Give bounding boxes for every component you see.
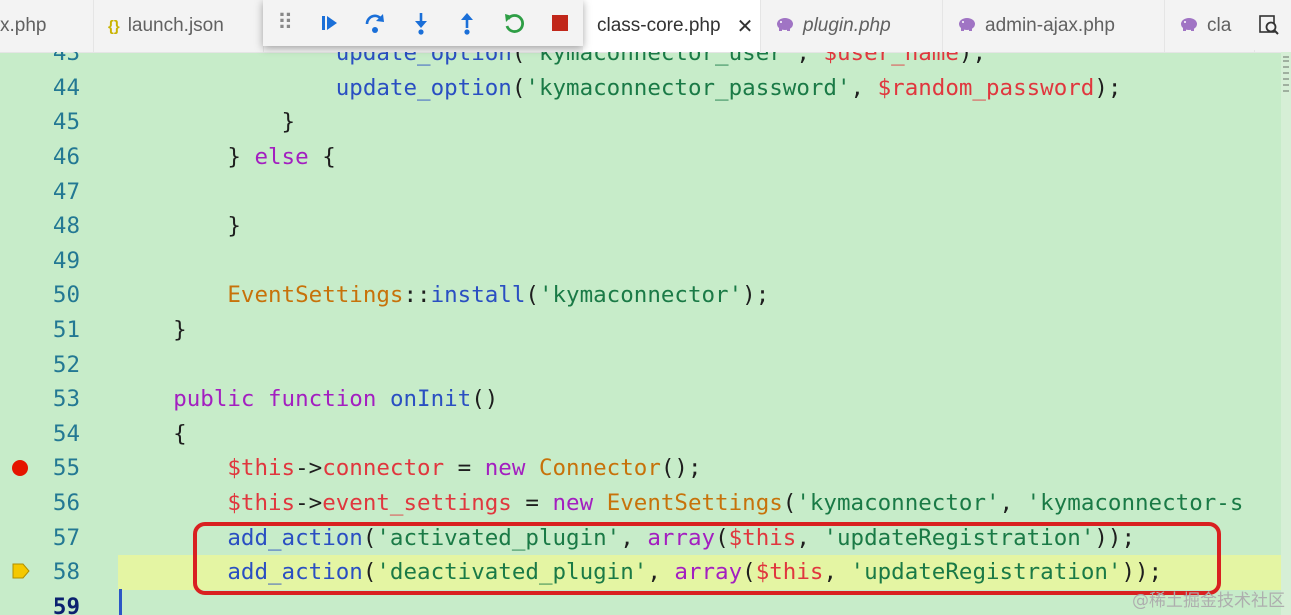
code-line: 44 update_option('kymaconnector_password… [0, 71, 1281, 106]
code-line: 45 } [0, 105, 1281, 140]
line-number: 51 [52, 317, 80, 344]
line-number: 45 [52, 109, 80, 136]
line-number: 53 [52, 386, 80, 413]
inspect-search-icon[interactable] [1247, 0, 1291, 50]
stop-icon [551, 15, 568, 31]
line-number: 49 [52, 247, 80, 274]
tab-class-core-php[interactable]: class-core.php ✕ [583, 0, 761, 52]
code-line: 56 $this -> event_settings = new EventSett… [0, 486, 1281, 521]
code-text: update_option('kymaconnector_password', … [335, 74, 1122, 101]
line-number: 50 [52, 282, 80, 309]
code-line: 48 } [0, 209, 1281, 244]
code-text: $this -> connector = new Connector (); [227, 455, 702, 482]
tab-launch-json[interactable]: {} launch.json [94, 0, 264, 52]
code-text: } [119, 213, 241, 240]
step-over-button[interactable] [352, 0, 398, 46]
code-text: update_option('kymaconnector_user', $use… [335, 52, 986, 67]
php-elephant-icon [775, 16, 795, 36]
step-out-icon [461, 13, 474, 35]
code-text: } else { [119, 144, 336, 171]
line-number: 48 [52, 213, 80, 240]
code-line: 47 [0, 174, 1281, 209]
step-over-icon [365, 14, 384, 33]
overview-ruler[interactable] [1281, 52, 1291, 615]
code-text: } [119, 109, 296, 136]
tab-label: plugin.php [803, 15, 891, 36]
tab-label: cla [1207, 15, 1232, 36]
json-braces-icon: {} [108, 17, 120, 35]
code-text: { [119, 420, 187, 447]
line-number: 43 [52, 52, 80, 67]
line-number: 57 [52, 524, 80, 551]
restart-icon [504, 14, 524, 33]
code-line: 54 { [0, 417, 1281, 452]
line-number: 56 [52, 490, 80, 517]
code-line: 53 public function onInit() [0, 382, 1281, 417]
code-line: 50 EventSettings:: install('kymaconnector… [0, 278, 1281, 313]
code-line: 46 } else { [0, 140, 1281, 175]
continue-icon [321, 16, 337, 30]
text-cursor [119, 589, 122, 615]
code-text: EventSettings:: install('kymaconnector'); [227, 282, 770, 309]
tab-label: admin-ajax.php [985, 15, 1115, 36]
editor-tab-bar: x.php {} launch.json class-core.php ✕ pl… [0, 0, 1291, 53]
code-editor[interactable]: 43 update_option('kymaconnector_user', $… [0, 52, 1291, 615]
tab-admin-ajax-php[interactable]: admin-ajax.php [943, 0, 1165, 52]
code-line: 49 [0, 244, 1281, 279]
line-number: 52 [52, 351, 80, 378]
line-number: 59 [52, 593, 80, 615]
step-into-icon [415, 13, 428, 35]
debug-toolbar: ⠿ [263, 0, 583, 46]
tab-plugin-php[interactable]: plugin.php [761, 0, 943, 52]
stop-button[interactable] [537, 0, 583, 46]
code-line: 52 [0, 347, 1281, 382]
code-line: 43 update_option('kymaconnector_user', $… [0, 52, 1281, 71]
annotation-highlight-box [193, 522, 1221, 595]
php-elephant-icon [1179, 16, 1199, 36]
line-number: 54 [52, 420, 80, 447]
drag-handle-icon[interactable]: ⠿ [263, 0, 305, 46]
line-number: 47 [52, 178, 80, 205]
step-out-button[interactable] [444, 0, 490, 46]
line-number: 46 [52, 144, 80, 171]
php-elephant-icon [957, 16, 977, 36]
code-line-breakpoint: 55 $this -> connector = new Connector (); [0, 451, 1281, 486]
line-number: 44 [52, 74, 80, 101]
tab-label: class-core.php [597, 15, 721, 36]
step-into-button[interactable] [398, 0, 444, 46]
code-text: } [119, 317, 187, 344]
tab-index-php[interactable]: x.php [0, 0, 94, 52]
close-icon[interactable]: ✕ [737, 14, 754, 39]
restart-button[interactable] [490, 0, 536, 46]
tab-label: launch.json [127, 15, 224, 36]
watermark: @稀土掘金技术社区 [1132, 591, 1285, 611]
code-text: $this -> event_settings = new EventSetting… [227, 490, 1244, 517]
tab-cla[interactable]: cla [1165, 0, 1255, 52]
code-line: 51 } [0, 313, 1281, 348]
tab-label: x.php [0, 15, 47, 36]
current-line-arrow-icon [12, 563, 30, 579]
continue-button[interactable] [305, 0, 351, 46]
code-text: public function onInit() [173, 386, 499, 413]
